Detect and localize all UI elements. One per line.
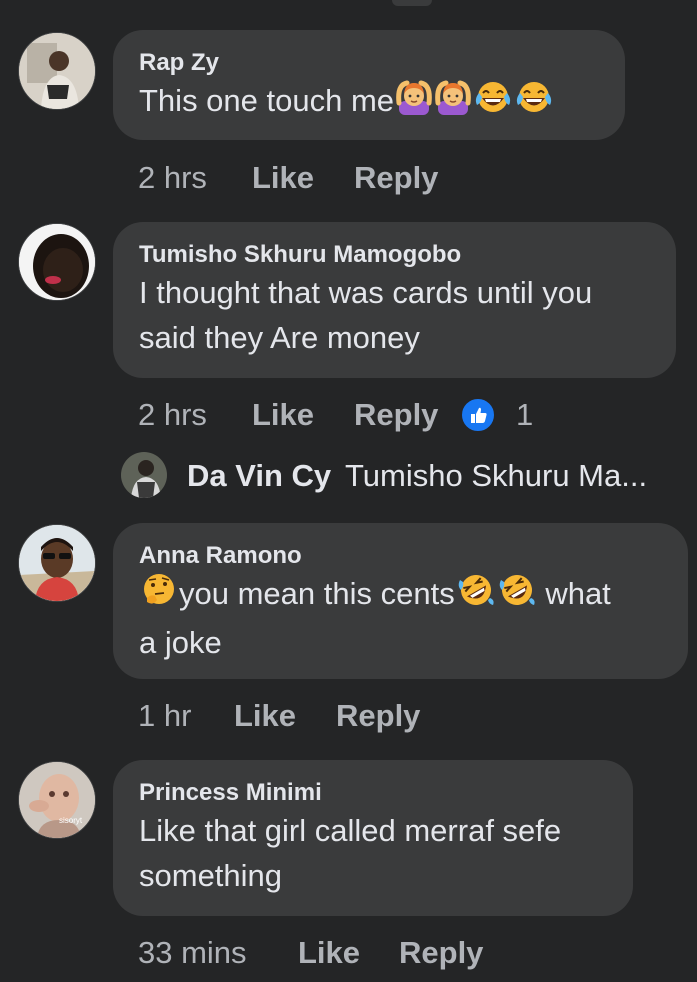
like-reaction-icon[interactable]: [460, 397, 496, 433]
reply-text[interactable]: Tumisho Skhuru Ma...: [345, 458, 647, 494]
comment-actions: 33 mins Like Reply: [138, 935, 558, 975]
tears-of-joy-icon: [514, 79, 554, 127]
view-reply-row[interactable]: Da Vin Cy Tumisho Skhuru Ma...: [121, 450, 691, 500]
tears-of-joy-icon: [473, 79, 513, 127]
like-button[interactable]: Like: [234, 698, 296, 734]
comment-text-line: something: [139, 858, 283, 893]
comment-actions: 2 hrs Like Reply: [138, 160, 538, 200]
rolling-laughing-icon: [497, 572, 537, 620]
comment-text-line: This one touch me: [139, 83, 395, 118]
comment-time[interactable]: 2 hrs: [138, 160, 207, 196]
avatar[interactable]: [121, 452, 167, 498]
avatar[interactable]: [18, 524, 96, 602]
comment-text-line: I thought that was cards until you: [139, 275, 593, 310]
comment-time[interactable]: 33 mins: [138, 935, 247, 971]
reply-button[interactable]: Reply: [399, 935, 483, 971]
comment-author[interactable]: Tumisho Skhuru Mamogobo: [139, 240, 650, 270]
avatar-photo-icon: [19, 224, 95, 300]
avatar[interactable]: sisoryt: [18, 761, 96, 839]
comment-time[interactable]: 1 hr: [138, 698, 191, 734]
comment-author[interactable]: Rap Zy: [139, 48, 599, 78]
comment-text-line: Like that girl called merraf sefe: [139, 813, 562, 848]
avatar[interactable]: [18, 32, 96, 110]
comment-author[interactable]: Princess Minimi: [139, 778, 607, 808]
reply-author[interactable]: Da Vin Cy: [187, 458, 331, 494]
reply-button[interactable]: Reply: [354, 397, 438, 433]
woman-gesturing-ok-icon: [395, 79, 433, 127]
reply-button[interactable]: Reply: [336, 698, 420, 734]
thinking-face-icon: [139, 572, 179, 620]
comment-time[interactable]: 2 hrs: [138, 397, 207, 433]
comment-actions: 2 hrs Like Reply 1: [138, 397, 658, 437]
like-button[interactable]: Like: [252, 160, 314, 196]
comment-actions: 1 hr Like Reply: [138, 698, 538, 738]
comment-bubble: Tumisho Skhuru Mamogobo I thought that w…: [113, 222, 676, 378]
comment-text: you mean this cents what: [139, 571, 662, 620]
comment-text-line: a joke: [139, 625, 222, 660]
like-button[interactable]: Like: [298, 935, 360, 971]
comment-bubble: Princess Minimi Like that girl called me…: [113, 760, 633, 916]
avatar[interactable]: [18, 223, 96, 301]
avatar-caption: sisoryt: [59, 816, 83, 825]
comment-text-segment: you mean this cents: [179, 576, 455, 611]
avatar-photo-icon: [19, 33, 95, 109]
like-button[interactable]: Like: [252, 397, 314, 433]
comment-bubble: Anna Ramono you mean this cents what a j…: [113, 523, 688, 679]
reaction-count[interactable]: 1: [516, 397, 533, 433]
comment-text-segment: what: [536, 576, 611, 611]
previous-comment-edge: [392, 0, 432, 6]
avatar-photo-icon: [19, 525, 95, 601]
comment-author[interactable]: Anna Ramono: [139, 541, 662, 571]
reply-button[interactable]: Reply: [354, 160, 438, 196]
woman-gesturing-ok-icon: [434, 79, 472, 127]
rolling-laughing-icon: [456, 572, 496, 620]
comment-text: This one touch me: [139, 78, 599, 127]
comment-text-line: said they Are money: [139, 320, 420, 355]
avatar-photo-icon: [19, 762, 95, 838]
comment-bubble: Rap Zy This one touch me: [113, 30, 625, 140]
avatar-photo-icon: [121, 452, 167, 498]
